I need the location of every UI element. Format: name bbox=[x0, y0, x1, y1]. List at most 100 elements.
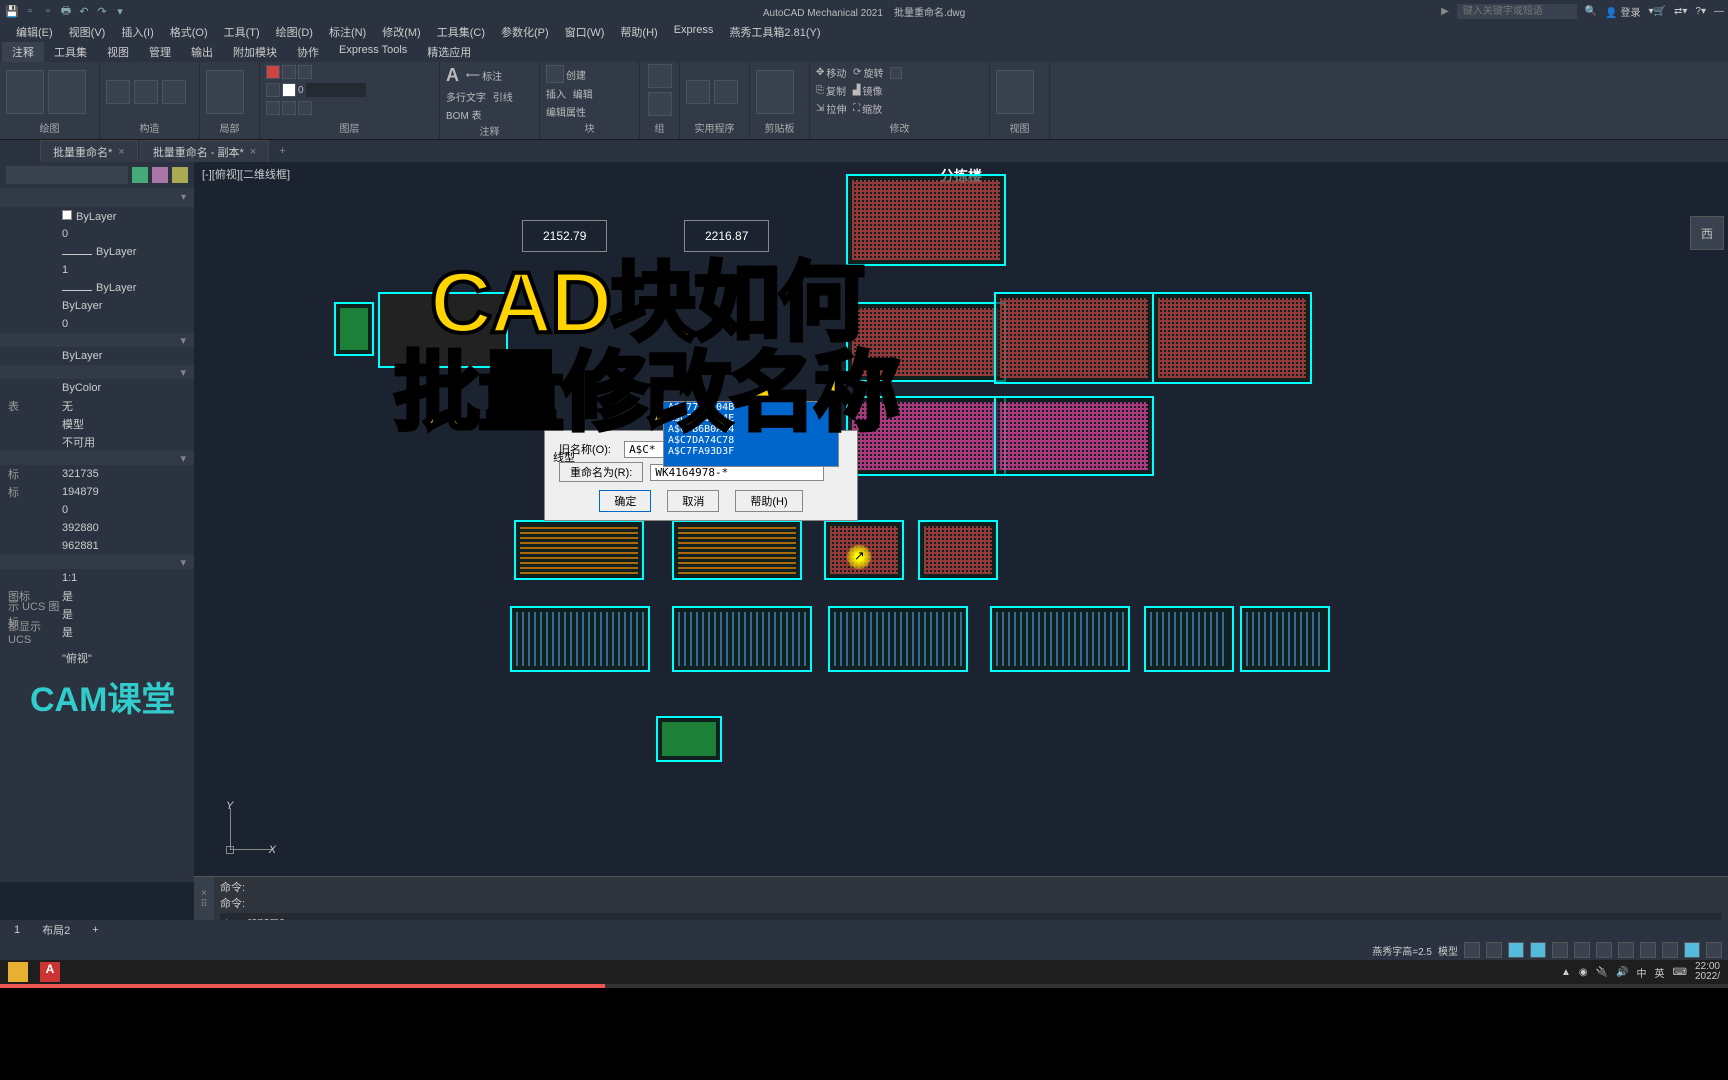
block-preview[interactable] bbox=[514, 520, 644, 580]
layer-ic[interactable] bbox=[298, 65, 312, 79]
ribbon-tab[interactable]: Express Tools bbox=[329, 42, 417, 62]
layer-ic[interactable] bbox=[266, 101, 280, 115]
exchange-icon[interactable]: ⇄▾ bbox=[1674, 6, 1687, 17]
scroll-down-icon[interactable]: ▼ bbox=[824, 466, 838, 467]
cancel-button[interactable]: 取消 bbox=[667, 490, 719, 512]
menu-item[interactable]: 编辑(E) bbox=[8, 22, 61, 42]
menu-item[interactable]: 窗口(W) bbox=[557, 22, 613, 42]
construct-tool[interactable] bbox=[106, 80, 130, 104]
menu-item[interactable]: 插入(I) bbox=[113, 22, 161, 42]
ribbon-tab[interactable]: 精选应用 bbox=[417, 42, 481, 62]
viewport-label[interactable]: [-][俯视][二维线框] bbox=[202, 166, 290, 182]
copy-tool[interactable]: ⎘ bbox=[816, 85, 824, 96]
status-polar-icon[interactable] bbox=[1530, 942, 1546, 958]
layer-swatch[interactable] bbox=[282, 83, 296, 97]
block-preview[interactable] bbox=[846, 174, 1006, 266]
block-preview[interactable] bbox=[990, 606, 1130, 672]
ungroup-tool[interactable] bbox=[648, 92, 672, 116]
layout-tab[interactable]: 布局2 bbox=[32, 920, 80, 940]
help-button[interactable]: 帮助(H) bbox=[735, 490, 802, 512]
block-preview[interactable] bbox=[334, 302, 374, 356]
section-toggle[interactable]: ▾ bbox=[0, 365, 194, 379]
status-ds-icon[interactable] bbox=[1706, 942, 1722, 958]
ribbon-tab[interactable]: 视图 bbox=[97, 42, 139, 62]
status-qp-icon[interactable] bbox=[1662, 942, 1678, 958]
layout-tab[interactable]: 1 bbox=[4, 922, 30, 938]
block-preview[interactable] bbox=[994, 396, 1154, 476]
cart-icon[interactable]: ▾🛒 bbox=[1649, 6, 1666, 17]
section-toggle[interactable]: ▾ bbox=[0, 333, 194, 347]
block-preview[interactable] bbox=[656, 716, 722, 762]
status-model[interactable]: 模型 bbox=[1438, 943, 1458, 958]
block-preview[interactable] bbox=[1240, 606, 1330, 672]
status-ortho-icon[interactable] bbox=[1508, 942, 1524, 958]
ribbon-tab[interactable]: 输出 bbox=[181, 42, 223, 62]
drawing-canvas[interactable]: [-][俯视][二维线框] 分拣楼 2152.79 2216.87 西 Y X bbox=[194, 162, 1728, 882]
block-preview[interactable] bbox=[994, 292, 1154, 384]
login-button[interactable]: 👤 登录 bbox=[1605, 4, 1640, 19]
circle-tool[interactable] bbox=[6, 70, 44, 114]
menu-item[interactable]: 工具集(C) bbox=[429, 22, 493, 42]
section-toggle[interactable]: ▾ bbox=[0, 555, 194, 569]
menu-item[interactable]: Express bbox=[666, 22, 722, 42]
scale-tool[interactable]: ⛶ bbox=[853, 103, 860, 114]
status-otrack-icon[interactable] bbox=[1596, 942, 1612, 958]
text-tool[interactable]: A bbox=[446, 65, 459, 86]
prop-icon[interactable] bbox=[152, 167, 168, 183]
prop-icon[interactable] bbox=[132, 167, 148, 183]
tray-ime[interactable]: 中 bbox=[1637, 965, 1647, 980]
taskbar-explorer-icon[interactable] bbox=[8, 962, 28, 982]
search-icon[interactable]: 🔍 bbox=[1585, 6, 1597, 17]
status-osnap-icon[interactable] bbox=[1552, 942, 1568, 958]
menu-item[interactable]: 燕秀工具箱2.81(Y) bbox=[721, 22, 828, 42]
block-preview[interactable] bbox=[828, 606, 968, 672]
construct-tool2[interactable] bbox=[134, 80, 158, 104]
nav-cube[interactable]: 西 bbox=[1690, 216, 1724, 250]
menu-item[interactable]: 标注(N) bbox=[321, 22, 374, 42]
block-preview[interactable] bbox=[510, 606, 650, 672]
close-icon[interactable]: × bbox=[250, 146, 256, 158]
cmd-handle-icon[interactable]: ⠿ bbox=[200, 899, 207, 910]
rename-to-button[interactable]: 重命名为(R): bbox=[559, 462, 643, 482]
menu-item[interactable]: 修改(M) bbox=[374, 22, 429, 42]
layer-ic[interactable] bbox=[298, 101, 312, 115]
expand-icon[interactable]: ▾ bbox=[181, 192, 186, 203]
status-3dosnap-icon[interactable] bbox=[1574, 942, 1590, 958]
construct-tool3[interactable] bbox=[162, 80, 186, 104]
close-icon[interactable]: × bbox=[118, 146, 124, 158]
block-insert[interactable] bbox=[546, 65, 564, 83]
group-tool[interactable] bbox=[648, 64, 672, 88]
video-progress-track[interactable] bbox=[0, 984, 1728, 988]
doc-tab[interactable]: 批量重命名*× bbox=[40, 140, 138, 163]
ribbon-tab[interactable]: 附加模块 bbox=[223, 42, 287, 62]
line-tool[interactable] bbox=[48, 70, 86, 114]
stretch-tool[interactable]: ⇲ bbox=[816, 103, 824, 114]
block-preview[interactable] bbox=[1144, 606, 1234, 672]
detail-tool[interactable] bbox=[206, 70, 244, 114]
qat-open-icon[interactable]: ▫ bbox=[40, 3, 56, 19]
tray-volume-icon[interactable]: 🔊 bbox=[1616, 967, 1628, 978]
menu-item[interactable]: 格式(O) bbox=[162, 22, 216, 42]
rotate-tool[interactable]: ⟳ bbox=[853, 67, 861, 78]
menu-item[interactable]: 帮助(H) bbox=[612, 22, 665, 42]
status-lwt-icon[interactable] bbox=[1618, 942, 1634, 958]
ribbon-tab[interactable]: 管理 bbox=[139, 42, 181, 62]
measure-tool[interactable] bbox=[714, 80, 738, 104]
layer-ic[interactable] bbox=[282, 101, 296, 115]
mirror-tool[interactable]: ▟ bbox=[853, 85, 861, 96]
qat-new-icon[interactable]: ▫ bbox=[22, 3, 38, 19]
layer-color[interactable] bbox=[266, 65, 280, 79]
menu-item[interactable]: 参数化(P) bbox=[493, 22, 557, 42]
move-tool[interactable]: ✥ bbox=[816, 67, 824, 78]
layer-dropdown[interactable] bbox=[306, 83, 366, 97]
ribbon-tab[interactable]: 工具集 bbox=[44, 42, 97, 62]
ribbon-tab[interactable]: 协作 bbox=[287, 42, 329, 62]
status-sc-icon[interactable] bbox=[1684, 942, 1700, 958]
section-toggle[interactable]: ▾ bbox=[0, 451, 194, 465]
play-icon[interactable]: ▶ bbox=[1441, 6, 1449, 17]
qat-share-icon[interactable]: ▾ bbox=[112, 3, 128, 19]
cmd-close-icon[interactable]: × bbox=[201, 888, 207, 899]
paste-tool[interactable] bbox=[756, 70, 794, 114]
menu-item[interactable]: 绘图(D) bbox=[268, 22, 321, 42]
block-preview[interactable] bbox=[672, 606, 812, 672]
